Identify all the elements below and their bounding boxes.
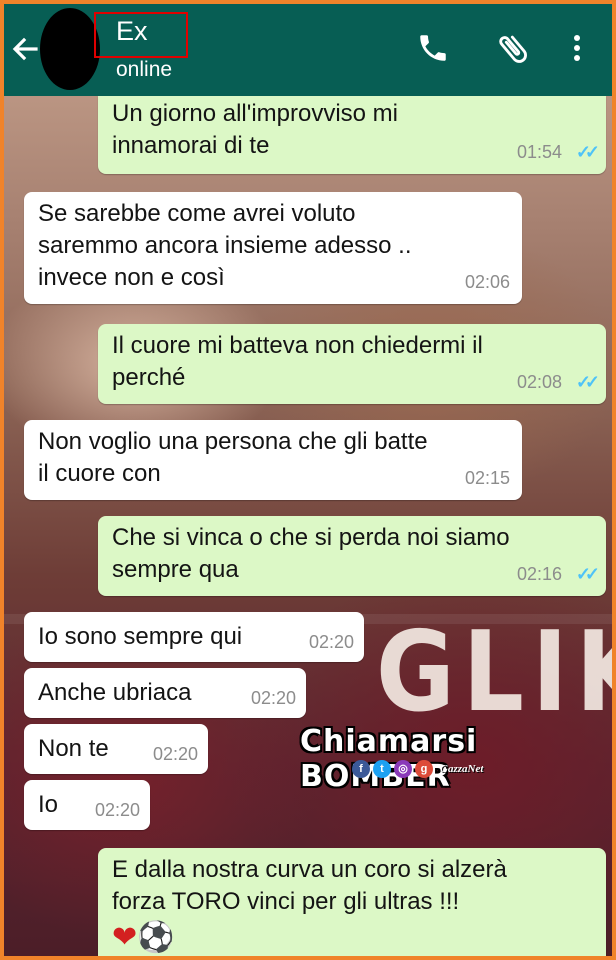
message-text: Che si vinca o che si perda noi siamo [112, 524, 510, 551]
message-text: Anche ubriaca [38, 679, 192, 706]
message-text: Io sono sempre qui [38, 623, 243, 650]
message-text: E dalla nostra curva un coro si alzerà [112, 856, 507, 883]
contact-name[interactable]: Ex [116, 16, 148, 47]
message-text: Il cuore mi batteva non chiedermi il [112, 332, 483, 359]
message-bubble-incoming[interactable]: Non te 02:20 [24, 724, 208, 774]
message-bubble-outgoing[interactable]: Il cuore mi batteva non chiedermi il per… [98, 324, 606, 404]
message-text: Non voglio una persona che gli batte [38, 428, 428, 455]
message-text: saremmo ancora insieme adesso .. [38, 232, 412, 259]
message-bubble-incoming[interactable]: Anche ubriaca 02:20 [24, 668, 306, 718]
message-text: Io [38, 791, 59, 818]
message-bubble-outgoing[interactable]: Che si vinca o che si perda noi siamo se… [98, 516, 606, 596]
chat-header: Ex online [4, 4, 612, 96]
paperclip-icon[interactable] [494, 30, 532, 73]
more-vert-icon[interactable] [570, 30, 584, 71]
jersey-text: GLIK [376, 607, 612, 737]
soccer-ball-emoji: ⚽ [137, 921, 175, 954]
avatar[interactable] [40, 8, 100, 90]
google-plus-icon: g [415, 760, 433, 778]
message-bubble-incoming[interactable]: Io 02:20 [24, 780, 150, 830]
read-receipt-icon: ✓✓ [575, 372, 600, 392]
message-bubble-outgoing[interactable]: E dalla nostra curva un coro si alzerà f… [98, 848, 606, 956]
watermark-brand: GazzaNet [440, 760, 483, 778]
message-time: 02:16 [516, 564, 562, 584]
watermark-icons: f t ◎ g GazzaNet [352, 760, 483, 778]
message-time: 02:20 [308, 632, 354, 652]
message-time: 02:15 [464, 468, 510, 488]
message-text: Se sarebbe come avrei voluto [38, 200, 356, 227]
twitter-icon: t [373, 760, 391, 778]
message-text: il cuore con [38, 460, 161, 487]
facebook-icon: f [352, 760, 370, 778]
read-receipt-icon: ✓✓ [575, 564, 600, 584]
contact-status: online [116, 58, 173, 81]
message-bubble-outgoing[interactable]: Un giorno all'improvviso mi innamorai di… [98, 96, 606, 174]
phone-icon[interactable] [416, 30, 450, 71]
arrow-left-icon[interactable] [10, 34, 40, 69]
read-receipt-icon: ✓✓ [575, 142, 600, 162]
message-bubble-incoming[interactable]: Io sono sempre qui 02:20 [24, 612, 364, 662]
message-text: Un giorno all'improvviso mi [112, 100, 399, 127]
message-text: forza TORO vinci per gli ultras !!! [112, 888, 460, 915]
message-time: 02:21 [517, 948, 562, 956]
message-time: 02:08 [516, 372, 562, 392]
instagram-icon: ◎ [394, 760, 412, 778]
message-time: 02:20 [94, 800, 140, 820]
message-bubble-incoming[interactable]: Se sarebbe come avrei voluto saremmo anc… [24, 192, 522, 304]
message-time: 01:54 [516, 142, 562, 162]
heart-emoji: ❤ [112, 921, 138, 954]
message-text: Non te [38, 735, 109, 762]
message-time: 02:20 [250, 688, 296, 708]
read-receipt-icon: ✓✓ [576, 948, 600, 956]
message-bubble-incoming[interactable]: Non voglio una persona che gli batte il … [24, 420, 522, 500]
message-time: 02:20 [152, 744, 198, 764]
screenshot-frame: GLIK Chiamarsi BOMBER f t ◎ g GazzaNet E… [0, 0, 616, 960]
message-time: 02:06 [464, 272, 510, 292]
watermark-text: Chiamarsi BOMBER [300, 724, 478, 794]
message-text: invece non e così [38, 264, 225, 291]
